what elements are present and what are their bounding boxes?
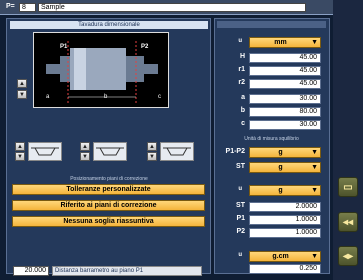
measure-p1p2-value: g	[278, 149, 283, 156]
side-button-1[interactable]: ▭	[338, 177, 358, 197]
distance-field[interactable]: 20.000	[13, 266, 49, 276]
bottom-right-field[interactable]: 0.250	[249, 264, 321, 274]
drawing-panel-title: Tavadura dimensionale	[10, 21, 208, 29]
tolerance-label-p1: P1	[236, 215, 245, 222]
measure-p1p2-select[interactable]: g ▼	[249, 147, 321, 158]
chevron-down-icon: ▼	[311, 187, 318, 194]
support2-icon	[93, 142, 127, 161]
support2-down-button[interactable]: ▼	[80, 152, 90, 161]
program-code-field[interactable]: 8	[19, 3, 36, 12]
dim-b-label: b	[104, 94, 108, 100]
dim-b-field[interactable]: 80.00	[249, 107, 321, 117]
side-button-3[interactable]: ◂▸	[338, 246, 358, 266]
support1-down-button[interactable]: ▼	[15, 152, 25, 161]
dims-unit-select[interactable]: mm ▼	[249, 37, 321, 48]
support3-up-button[interactable]: ▲	[147, 142, 157, 151]
reference-mode-select[interactable]: Riferito ai piani di correzione	[12, 200, 205, 211]
arrows-icon: ◂▸	[342, 250, 354, 262]
dim-label-r2: r2	[238, 79, 245, 86]
bottom-unit-value: g.cm	[272, 253, 289, 260]
chevron-down-icon: ▼	[311, 253, 318, 260]
support2-up-button[interactable]: ▲	[80, 142, 90, 151]
tolerance-label-p2: P2	[236, 228, 245, 235]
rewind-icon: ◂◂	[342, 216, 354, 228]
dim-label-b: b	[240, 107, 245, 114]
threshold-mode-select[interactable]: Nessuna soglia riassuntiva	[12, 216, 205, 227]
dim-a-field[interactable]: 30.00	[249, 94, 321, 104]
support3-icon	[160, 142, 194, 161]
dim-h-field[interactable]: 45.00	[249, 53, 321, 63]
chevron-down-icon: ▼	[311, 164, 318, 171]
measure-st-value: g	[278, 164, 283, 171]
program-name-field[interactable]: Sample	[38, 3, 306, 12]
shape-down-button[interactable]: ▼	[17, 90, 27, 99]
measure-label-st: ST	[236, 163, 245, 170]
tolerance-label-st: ST	[236, 202, 245, 209]
plane-p1-label: P1	[60, 44, 68, 50]
measure-st-select[interactable]: g ▼	[249, 162, 321, 173]
tolerance-st-field[interactable]: 2.0000	[249, 202, 321, 212]
bottom-unit-select[interactable]: g.cm ▼	[249, 251, 321, 262]
support1-up-button[interactable]: ▲	[15, 142, 25, 151]
dim-c-label: c	[158, 94, 161, 100]
side-button-2[interactable]: ◂◂	[338, 212, 358, 232]
dims-unit-value: mm	[274, 39, 287, 46]
dims-unit-label: u	[238, 38, 242, 44]
folder-icon: ▭	[343, 181, 353, 193]
rotor-drawing	[33, 32, 169, 108]
bottom-unit-label: u	[238, 252, 242, 258]
support1-icon	[28, 142, 62, 161]
dim-label-a: a	[241, 94, 245, 101]
shape-up-button[interactable]: ▲	[17, 79, 27, 88]
chevron-down-icon: ▼	[311, 39, 318, 46]
tolerance-unit-select[interactable]: g ▼	[249, 185, 321, 196]
tolerance-unit-value: g	[278, 187, 283, 194]
dim-label-c: c	[241, 120, 245, 127]
program-prefix: P=	[6, 3, 15, 10]
dim-a-label: a	[46, 94, 50, 100]
chevron-down-icon: ▼	[311, 149, 318, 156]
tolerance-mode-select[interactable]: Tolleranze personalizzate	[12, 184, 205, 195]
plane-p2-label: P2	[141, 44, 149, 50]
support3-down-button[interactable]: ▼	[147, 152, 157, 161]
dim-label-r1: r1	[238, 66, 245, 73]
tolerance-unit-label: u	[238, 186, 242, 192]
dim-r1-field[interactable]: 45.00	[249, 66, 321, 76]
mode-panel-title: Posizionamento piani di correzione	[70, 176, 148, 182]
dim-r2-field[interactable]: 45.00	[249, 79, 321, 89]
dim-c-field[interactable]: 30.00	[249, 120, 321, 130]
measure-title: Unità di misura squilibrio	[244, 136, 299, 142]
tolerance-p1-field[interactable]: 1.0000	[249, 215, 321, 225]
dims-title	[217, 21, 326, 28]
side-button-strip	[333, 0, 363, 280]
dim-label-h: H	[239, 53, 245, 60]
tolerance-p2-field[interactable]: 1.0000	[249, 228, 321, 238]
distance-label: Distanza barrametro au piano P1	[52, 266, 202, 276]
measure-label-p1p2: P1-P2	[225, 148, 245, 155]
